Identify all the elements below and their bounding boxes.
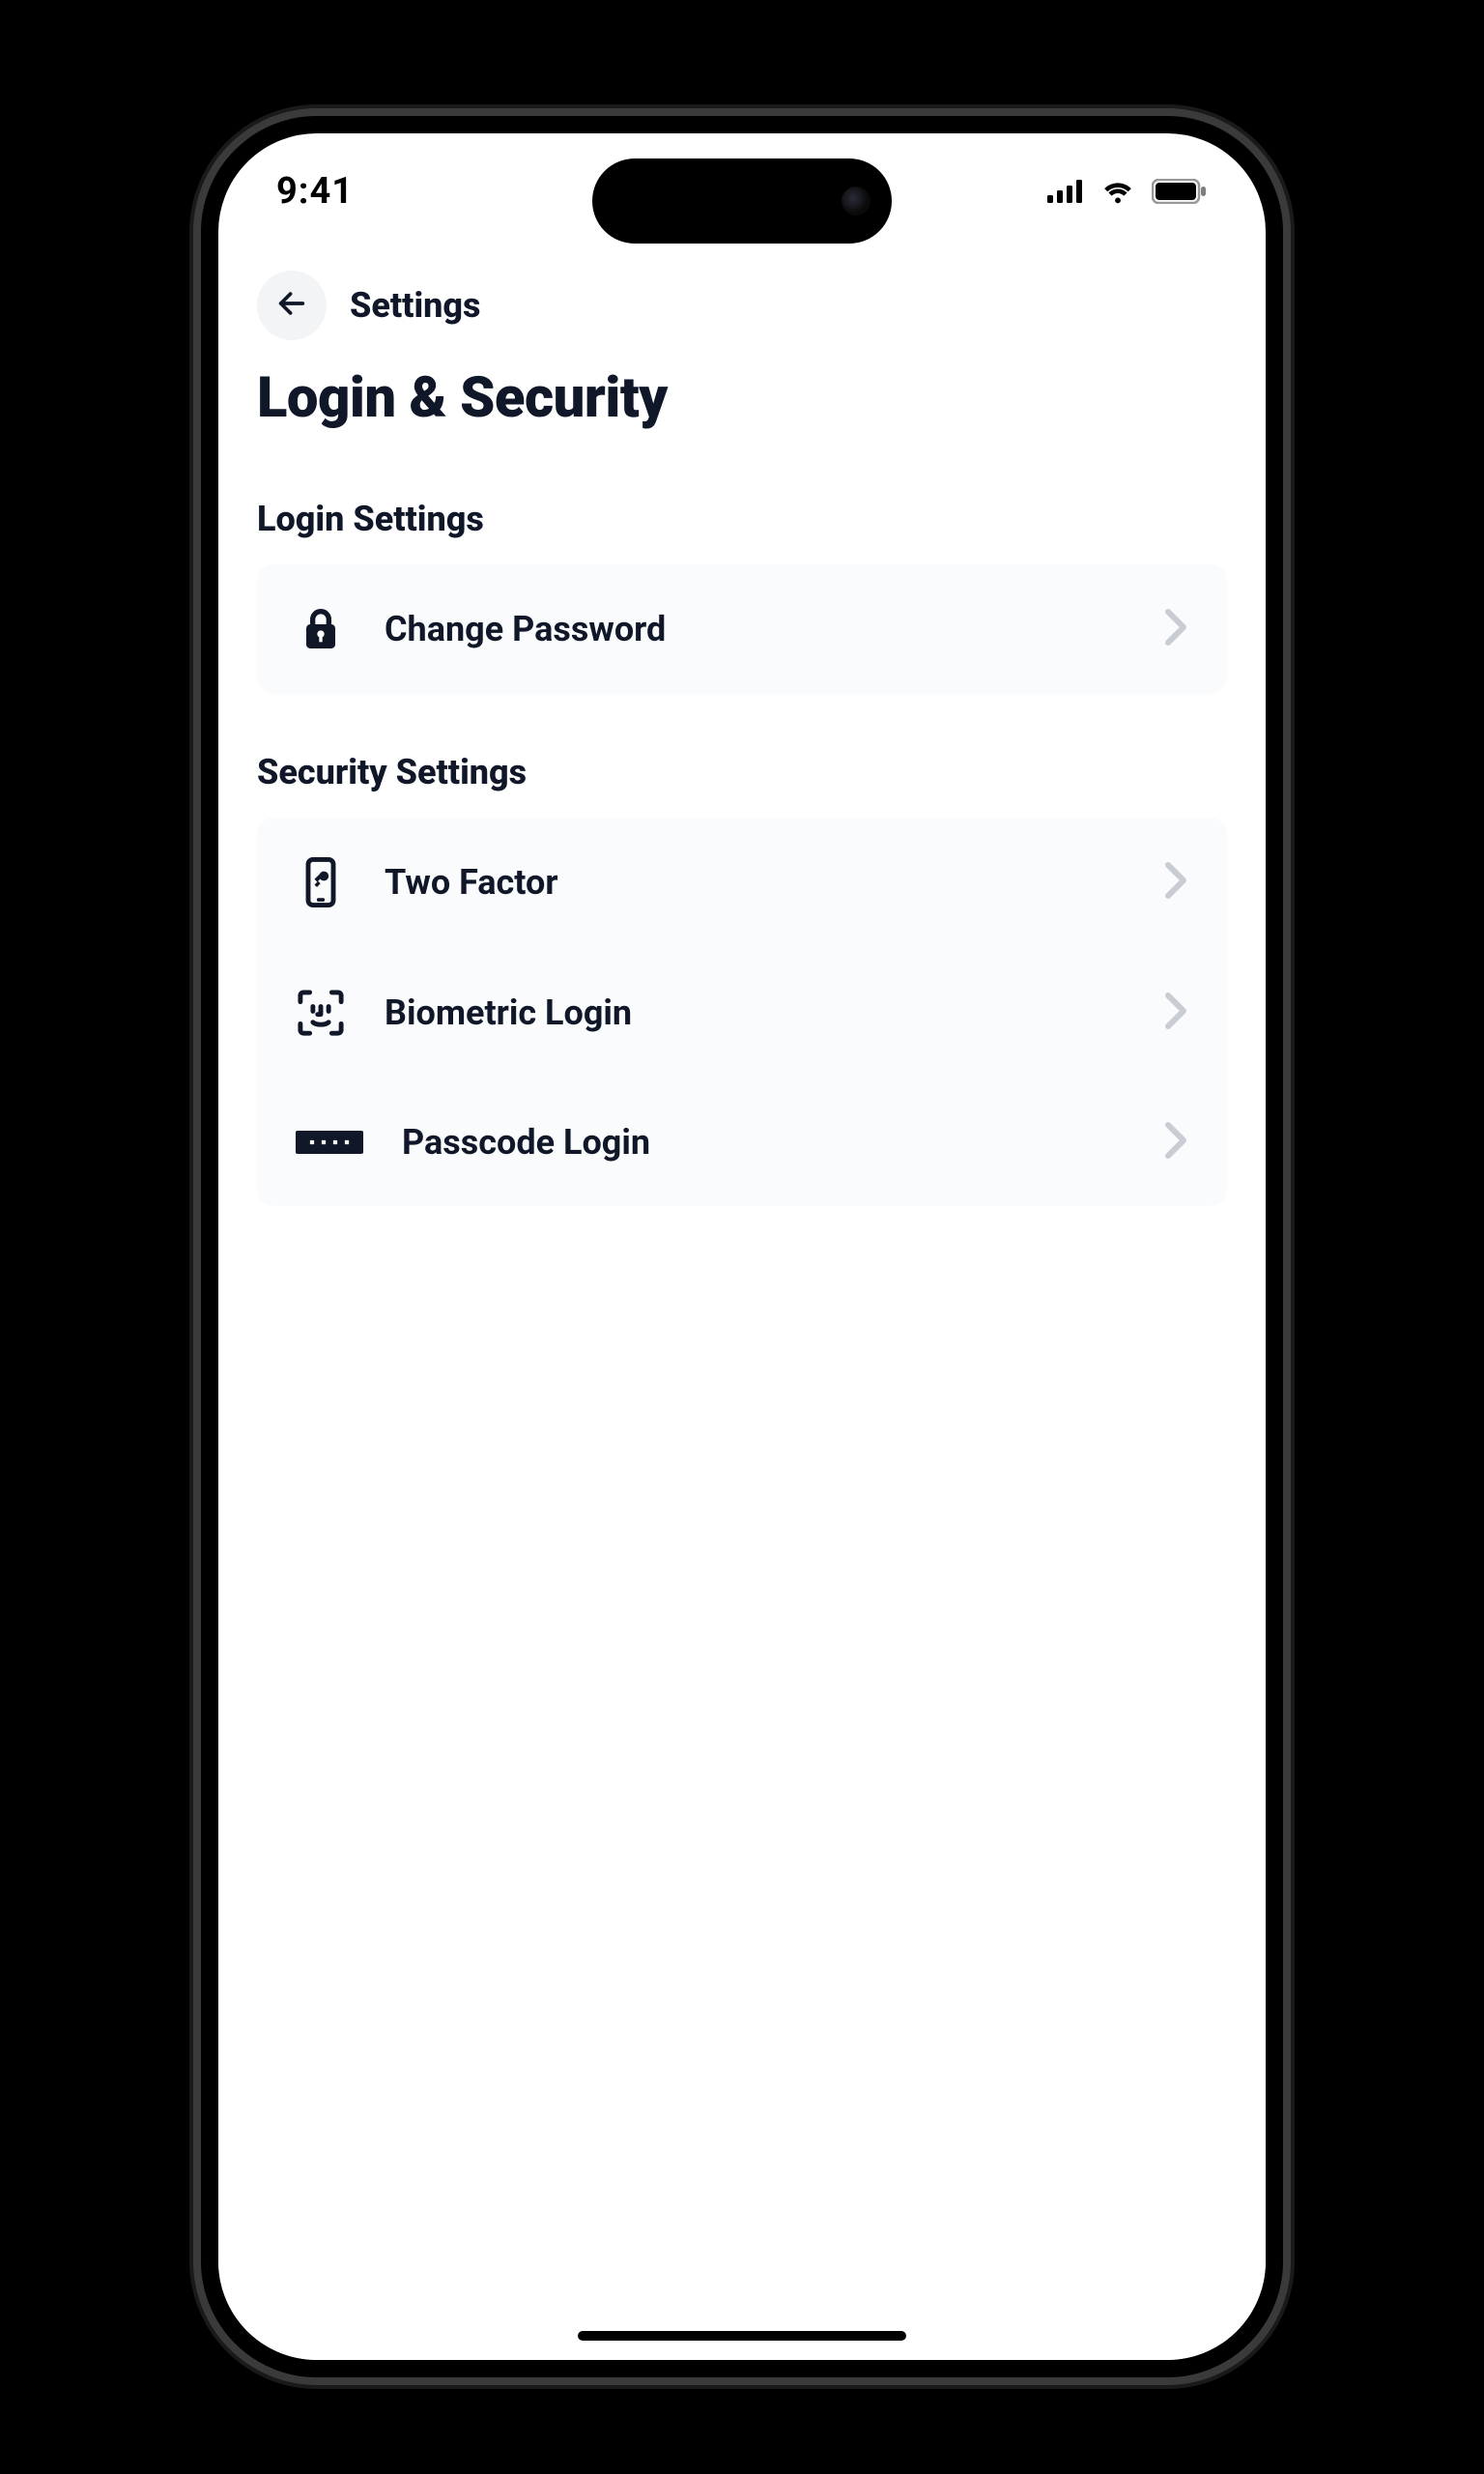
- row-label: Change Password: [385, 609, 1125, 649]
- chevron-right-icon: [1163, 608, 1188, 650]
- row-label: Passcode Login: [402, 1122, 1125, 1163]
- home-indicator[interactable]: [578, 2331, 906, 2341]
- section-rows: Change Password: [257, 564, 1227, 694]
- passcode-icon: [296, 1131, 363, 1154]
- arrow-left-icon: [275, 287, 308, 324]
- section-security-settings: Security Settings Two Factor: [257, 752, 1227, 1206]
- face-scan-icon: [296, 988, 346, 1038]
- chevron-right-icon: [1163, 992, 1188, 1034]
- row-biometric-login[interactable]: Biometric Login: [257, 947, 1227, 1077]
- row-label: Two Factor: [385, 862, 1125, 903]
- battery-icon: [1152, 179, 1208, 204]
- page-title: Login & Security: [257, 365, 1227, 431]
- section-title: Login Settings: [257, 499, 1227, 539]
- lock-icon: [296, 606, 346, 652]
- section-login-settings: Login Settings Change Password: [257, 499, 1227, 694]
- phone-frame: 9:41: [201, 116, 1283, 2377]
- screen-content: Settings Login & Security Login Settings: [218, 259, 1266, 2360]
- cellular-icon: [1047, 180, 1084, 203]
- nav-title: Settings: [350, 285, 481, 326]
- back-button[interactable]: [257, 271, 327, 340]
- section-title: Security Settings: [257, 752, 1227, 792]
- chevron-right-icon: [1163, 1121, 1188, 1164]
- dynamic-island: [592, 158, 892, 244]
- chevron-right-icon: [1163, 861, 1188, 904]
- row-change-password[interactable]: Change Password: [257, 564, 1227, 694]
- row-label: Biometric Login: [385, 992, 1125, 1033]
- row-passcode-login[interactable]: Passcode Login: [257, 1077, 1227, 1206]
- status-right: [1047, 179, 1208, 204]
- wifi-icon: [1099, 179, 1136, 204]
- status-time: 9:41: [276, 170, 354, 213]
- row-two-factor[interactable]: Two Factor: [257, 818, 1227, 947]
- phone-key-icon: [296, 857, 346, 907]
- section-rows: Two Factor: [257, 818, 1227, 1206]
- nav-bar: Settings: [257, 259, 1227, 352]
